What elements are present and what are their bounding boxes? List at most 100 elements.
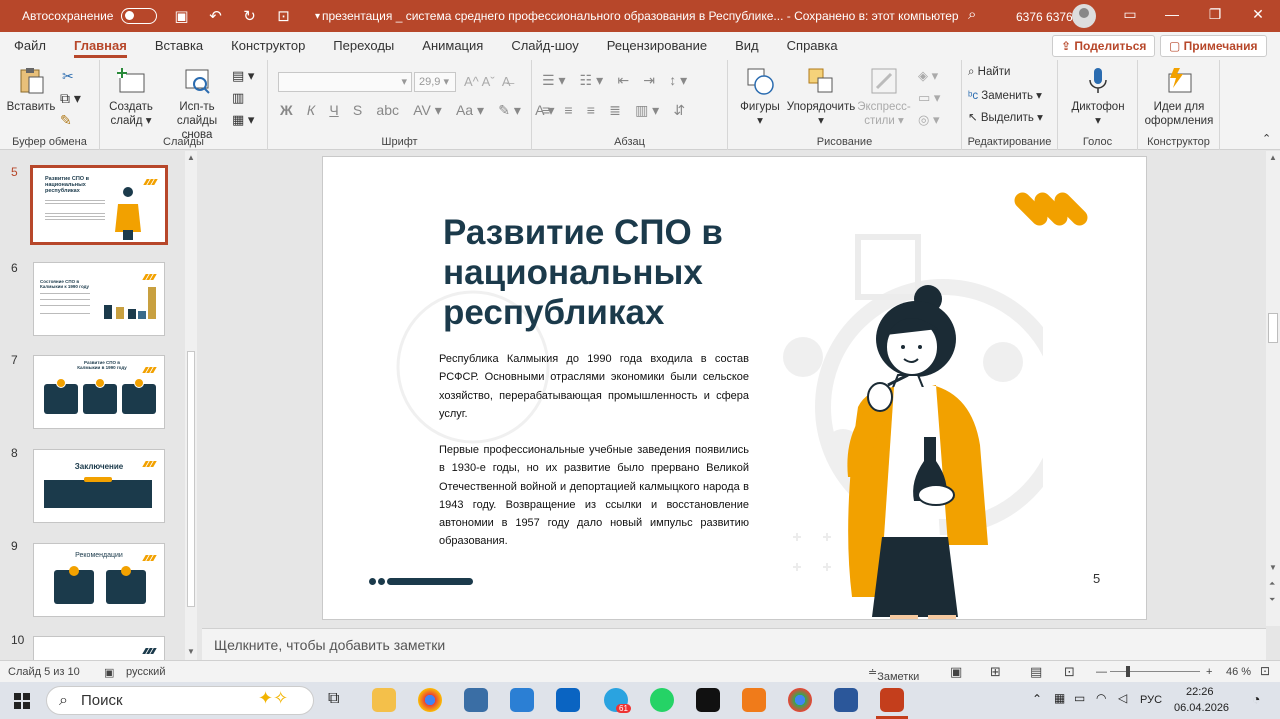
thumbnails-scrollbar[interactable]: ▲ ▼ xyxy=(185,151,197,660)
quick-styles-button[interactable]: Экспресс-стили ▾ xyxy=(856,66,912,128)
reuse-slides-button[interactable]: Исп-ть слайды снова xyxy=(166,66,228,142)
ribbon-display-icon[interactable]: ▭ xyxy=(1118,6,1142,23)
clock-time[interactable]: 22:26 xyxy=(1186,686,1214,698)
notes-pane[interactable]: Щелкните, чтобы добавить заметки xyxy=(202,628,1266,660)
scroll-down-icon[interactable]: ▼ xyxy=(187,647,195,656)
slide-sorter-icon[interactable]: ⊞ xyxy=(990,664,1001,680)
next-slide-icon[interactable]: ⏷ xyxy=(1269,595,1275,605)
bullets-icon[interactable]: ☰ ▾ xyxy=(542,72,565,89)
tab-slideshow[interactable]: Слайд-шоу xyxy=(497,32,592,60)
normal-view-icon[interactable]: ▣ xyxy=(950,664,962,680)
strike-icon[interactable]: abc xyxy=(376,102,399,118)
copilot-sparkle-icon[interactable]: ✦✧ xyxy=(258,688,288,709)
justify-icon[interactable]: ≣ xyxy=(609,102,621,119)
search-icon[interactable]: ⌕ xyxy=(968,6,976,23)
underline-icon[interactable]: Ч xyxy=(329,102,338,118)
format-painter-icon[interactable]: ✎ xyxy=(60,112,72,129)
scroll-up-icon[interactable]: ▲ xyxy=(1269,153,1277,162)
zoom-level[interactable]: 46 % xyxy=(1226,666,1251,678)
current-slide[interactable]: Развитие СПО в национальных республиках … xyxy=(322,156,1147,620)
tray-chevron-icon[interactable]: ⌃ xyxy=(1032,692,1042,706)
tab-view[interactable]: Вид xyxy=(721,32,773,60)
minimize-icon[interactable]: — xyxy=(1160,6,1184,22)
document-title[interactable]: презентация _ система среднего профессио… xyxy=(322,9,959,23)
thumbnails-scroll-thumb[interactable] xyxy=(187,351,195,607)
font-size-select[interactable]: 29,9 ▾ xyxy=(414,72,456,92)
keyboard-language[interactable]: РУС xyxy=(1140,694,1162,706)
cut-icon[interactable]: ✂ xyxy=(62,68,74,85)
text-direction-icon[interactable]: ⇵ xyxy=(673,102,685,119)
copy-icon[interactable]: ⧉ ▾ xyxy=(60,90,81,107)
shadow-icon[interactable]: S xyxy=(353,102,362,118)
remote-desktop-icon[interactable] xyxy=(510,688,534,712)
font-family-select[interactable]: ▾ xyxy=(278,72,412,92)
slide-title[interactable]: Развитие СПО в национальных республиках xyxy=(443,213,783,333)
indent-increase-icon[interactable]: ⇥ xyxy=(643,72,655,89)
user-name[interactable]: 6376 6376 xyxy=(1016,10,1073,24)
volume-icon[interactable]: ◁ xyxy=(1118,691,1127,705)
wifi-icon[interactable]: ◠ xyxy=(1096,691,1106,705)
whatsapp-icon[interactable] xyxy=(650,688,674,712)
close-icon[interactable]: ✕ xyxy=(1246,6,1270,23)
outline-icon[interactable]: ▭ ▾ xyxy=(918,90,940,106)
sublime-icon[interactable] xyxy=(742,688,766,712)
powerpoint-icon[interactable] xyxy=(880,688,904,712)
battery-icon[interactable]: ▭ xyxy=(1074,691,1085,705)
align-right-icon[interactable]: ≡ xyxy=(587,102,595,118)
tab-animations[interactable]: Анимация xyxy=(408,32,497,60)
zoom-out-icon[interactable]: — xyxy=(1096,666,1107,678)
find-button[interactable]: ⌕ Найти xyxy=(968,66,1010,79)
collapse-ribbon-icon[interactable]: ⌃ xyxy=(1262,132,1271,145)
align-center-icon[interactable]: ≡ xyxy=(564,102,572,118)
arrange-button[interactable]: Упорядочить ▾ xyxy=(786,66,856,128)
redo-icon[interactable]: ↻ xyxy=(239,7,259,25)
previous-slide-icon[interactable]: ⏶ xyxy=(1269,579,1275,589)
zoom-slider-thumb[interactable] xyxy=(1126,666,1130,677)
slide-thumbnail-10[interactable] xyxy=(33,636,165,660)
spacing-icon[interactable]: AV ▾ xyxy=(413,102,442,119)
undo-icon[interactable]: ↶ xyxy=(205,7,225,25)
app-icon[interactable] xyxy=(464,688,488,712)
slide-thumbnail-6[interactable]: Состояние СПО в Калмыкии к 1990 году xyxy=(33,262,165,336)
slideshow-icon[interactable]: ⊡ xyxy=(1064,664,1075,680)
file-explorer-icon[interactable] xyxy=(372,688,396,712)
slide-thumbnail-9[interactable]: Рекомендации xyxy=(33,543,165,617)
slide-paragraph-1[interactable]: Республика Калмыкия до 1990 года входила… xyxy=(439,350,749,423)
chrome-icon[interactable] xyxy=(418,688,442,712)
tab-file[interactable]: Файл xyxy=(0,32,60,60)
save-icon[interactable]: ▣ xyxy=(171,7,191,25)
replace-button[interactable]: ᵇc Заменить ▾ xyxy=(968,88,1042,102)
numbering-icon[interactable]: ☷ ▾ xyxy=(580,72,603,89)
spellcheck-icon[interactable]: ▣ xyxy=(104,666,114,679)
indent-decrease-icon[interactable]: ⇤ xyxy=(617,72,629,89)
share-button[interactable]: ⇪ Поделиться xyxy=(1052,35,1156,57)
slide-thumbnail-7[interactable]: Развитие СПО в Калмыкии в 1990 году xyxy=(33,355,165,429)
paste-button[interactable]: Вставить xyxy=(6,66,56,114)
autosave-toggle[interactable] xyxy=(121,8,158,24)
tab-insert[interactable]: Вставка xyxy=(141,32,217,60)
scroll-down-icon[interactable]: ▼ xyxy=(1269,563,1277,572)
design-ideas-button[interactable]: Идеи для оформления xyxy=(1142,66,1216,128)
task-view-icon[interactable]: ⧉ xyxy=(328,690,339,708)
dictate-button[interactable]: Диктофон ▾ xyxy=(1068,66,1128,128)
chrome-icon[interactable] xyxy=(788,688,812,712)
zoom-in-icon[interactable]: + xyxy=(1206,666,1212,678)
notes-toggle-button[interactable]: ≐ Заметки xyxy=(868,666,919,683)
language-indicator[interactable]: русский xyxy=(126,666,165,678)
change-case-icon[interactable]: Aa ▾ xyxy=(456,102,484,119)
fill-icon[interactable]: ◈ ▾ xyxy=(918,68,938,84)
tab-home[interactable]: Главная xyxy=(60,32,141,60)
slide-paragraph-2[interactable]: Первые профессиональные учебные заведени… xyxy=(439,441,749,551)
zoom-slider[interactable] xyxy=(1110,671,1200,672)
columns-icon[interactable]: ▥ ▾ xyxy=(635,102,659,119)
bold-icon[interactable]: Ж xyxy=(280,102,293,118)
highlight-icon[interactable]: ✎ ▾ xyxy=(498,102,521,119)
reset-icon[interactable]: ▥ xyxy=(232,90,244,106)
scroll-up-icon[interactable]: ▲ xyxy=(187,153,195,162)
shapes-button[interactable]: Фигуры ▾ xyxy=(738,66,782,128)
new-slide-button[interactable]: Создать слайд ▾ xyxy=(106,66,156,128)
slide-scrollbar[interactable]: ▲ ▼ ⏶ ⏷ xyxy=(1266,151,1280,626)
word-icon[interactable] xyxy=(834,688,858,712)
section-icon[interactable]: ▦ ▾ xyxy=(232,112,254,128)
reading-view-icon[interactable]: ▤ xyxy=(1030,664,1042,680)
